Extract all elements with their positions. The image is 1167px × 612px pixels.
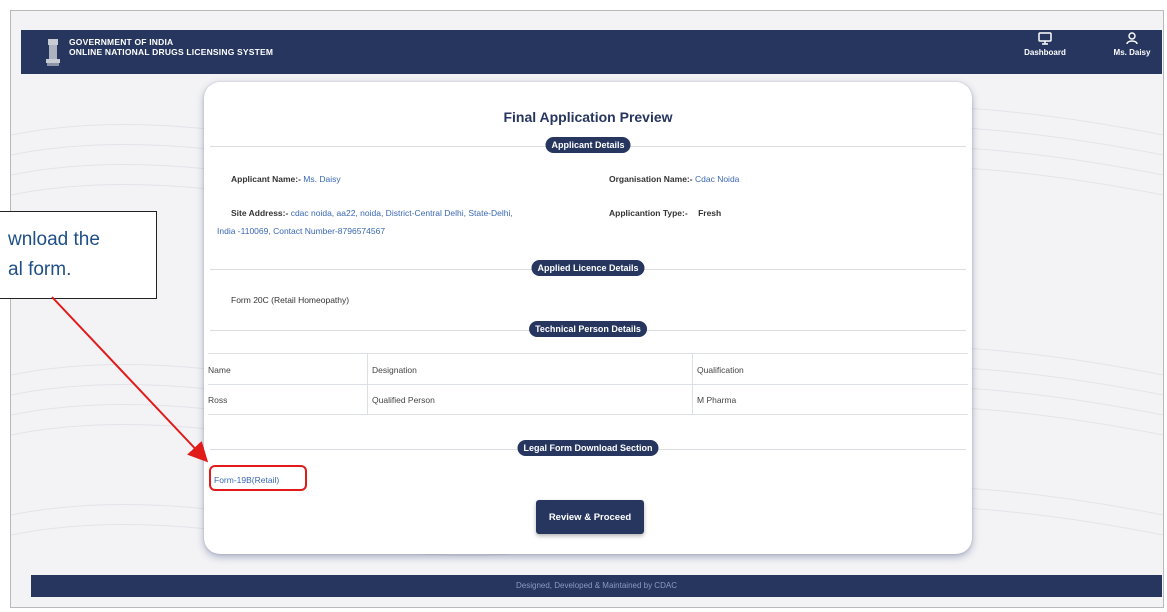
cell-designation: Qualified Person — [372, 395, 435, 405]
national-emblem-icon — [46, 39, 60, 66]
applicant-name-row: Applicant Name:- Ms. Daisy — [231, 174, 341, 184]
footer: Designed, Developed & Maintained by CDAC — [31, 575, 1162, 597]
top-navbar: GOVERNMENT OF INDIA ONLINE NATIONAL DRUG… — [21, 30, 1162, 74]
gov-line-1: GOVERNMENT OF INDIA — [69, 37, 174, 47]
site-address-line-1: cdac noida, aa22, noida, District-Centra… — [290, 208, 513, 218]
application-type-label: Applicantion Type:- — [609, 208, 688, 218]
annotation-callout: wnload the al form. — [0, 211, 157, 299]
cell-qualification: M Pharma — [697, 395, 737, 405]
review-proceed-button[interactable]: Review & Proceed — [536, 500, 644, 534]
annotation-text: wnload the al form. — [0, 225, 176, 285]
highlight-box — [209, 465, 307, 491]
technical-person-table: Name Designation Qualification Ross Qual… — [208, 353, 968, 415]
applicant-name-value: Ms. Daisy — [303, 174, 341, 184]
dashboard-button[interactable]: Dashboard — [1023, 32, 1067, 57]
header-qualification: Qualification — [697, 365, 744, 375]
table-header-row: Name Designation Qualification — [208, 354, 968, 385]
site-address-label: Site Address:- — [231, 208, 289, 218]
header-designation: Designation — [372, 365, 417, 375]
site-address-line-2: India -110069, Contact Number-8796574567 — [217, 226, 386, 236]
monitor-icon — [1038, 32, 1052, 45]
applicant-name-label: Applicant Name:- — [231, 174, 301, 184]
annotation-line-2: al form. — [8, 259, 72, 280]
application-type-row: Applicantion Type:- Fresh — [609, 208, 721, 218]
annotation-line-1: wnload the — [8, 229, 100, 250]
licence-item: Form 20C (Retail Homeopathy) — [231, 295, 350, 305]
section-legal-form-download: Legal Form Download Section — [517, 440, 659, 456]
user-menu-button[interactable]: Ms. Daisy — [1109, 32, 1155, 57]
dashboard-label: Dashboard — [1024, 48, 1066, 57]
user-name-label: Ms. Daisy — [1113, 48, 1151, 57]
gov-line-2: ONLINE NATIONAL DRUGS LICENSING SYSTEM — [69, 47, 274, 57]
application-type-value: Fresh — [698, 208, 722, 218]
user-icon — [1126, 32, 1138, 45]
page-title: Final Application Preview — [503, 109, 673, 125]
cell-name: Ross — [208, 395, 228, 405]
organisation-value: Cdac Noida — [694, 174, 740, 184]
header-name: Name — [208, 365, 231, 375]
section-technical-person: Technical Person Details — [529, 321, 647, 337]
section-applicant-details: Applicant Details — [545, 137, 631, 153]
organisation-row: Organisation Name:- Cdac Noida — [609, 174, 739, 184]
organisation-label: Organisation Name:- — [609, 174, 693, 184]
section-applied-licence: Applied Licence Details — [531, 260, 645, 276]
table-row: Ross Qualified Person M Pharma — [208, 384, 968, 414]
site-title: GOVERNMENT OF INDIA ONLINE NATIONAL DRUG… — [69, 37, 273, 57]
application-preview-card: Final Application Preview Applicant Deta… — [204, 82, 972, 554]
site-address-row: Site Address:- cdac noida, aa22, noida, … — [231, 208, 513, 218]
